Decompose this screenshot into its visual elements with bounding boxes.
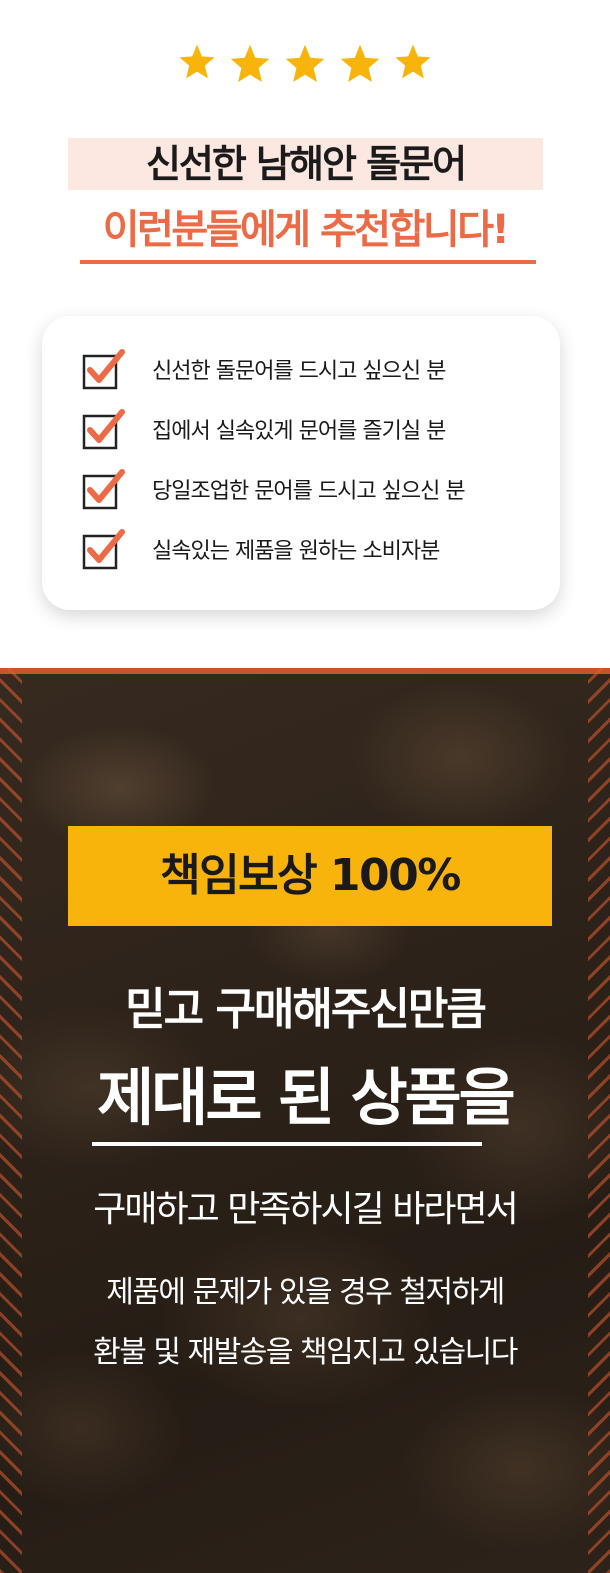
list-item-text: 집에서 실속있게 문어를 즐기실 분 (152, 419, 446, 444)
guarantee-line-2: 제대로 된 상품을 (97, 1061, 515, 1134)
guarantee-section: 책임보상 100% 믿고 구매해주신만큼 제대로 된 상품을 구매하고 만족하시… (0, 668, 610, 1573)
star-icon (283, 42, 327, 86)
headline-title: 신선한 남해안 돌문어 (68, 138, 543, 190)
list-item-text: 신선한 돌문어를 드시고 싶으신 분 (152, 359, 446, 384)
recommend-card: 신선한 돌문어를 드시고 싶으신 분 집에서 실속있게 문어를 즐기실 분 당일… (42, 316, 560, 610)
guarantee-line-4: 제품에 문제가 있을 경우 철저하게 (106, 1275, 505, 1310)
star-icon (177, 42, 217, 82)
list-item-text: 당일조업한 문어를 드시고 싶으신 분 (152, 479, 466, 504)
guarantee-line-1: 믿고 구매해주신만큼 (125, 984, 487, 1035)
checkbox-checked-icon (82, 409, 125, 450)
list-item: 실속있는 제품을 원하는 소비자분 (82, 529, 542, 572)
guarantee-banner: 책임보상 100% (68, 826, 552, 926)
recommend-section: 신선한 남해안 돌문어 이런분들에게 추천합니다! 신선한 돌문어를 드시고 싶… (0, 0, 610, 668)
headline-subtitle: 이런분들에게 추천합니다! (102, 207, 510, 253)
checkbox-checked-icon (82, 349, 125, 390)
checkbox-checked-icon (82, 529, 125, 570)
star-icon (393, 42, 433, 82)
guarantee-line-5: 환불 및 재발송을 책임지고 있습니다 (93, 1335, 518, 1370)
list-item: 집에서 실속있게 문어를 즐기실 분 (82, 409, 542, 452)
guarantee-underline (92, 1142, 482, 1146)
star-icon (228, 42, 272, 86)
guarantee-line-3: 구매하고 만족하시길 바라면서 (93, 1189, 518, 1230)
net-decoration (0, 668, 610, 674)
list-item: 신선한 돌문어를 드시고 싶으신 분 (82, 349, 542, 392)
star-icon (338, 42, 382, 86)
rating-stars (0, 42, 610, 102)
list-item-text: 실속있는 제품을 원하는 소비자분 (152, 539, 440, 564)
headline-underline (80, 260, 536, 264)
list-item: 당일조업한 문어를 드시고 싶으신 분 (82, 469, 542, 512)
checkbox-checked-icon (82, 469, 125, 510)
